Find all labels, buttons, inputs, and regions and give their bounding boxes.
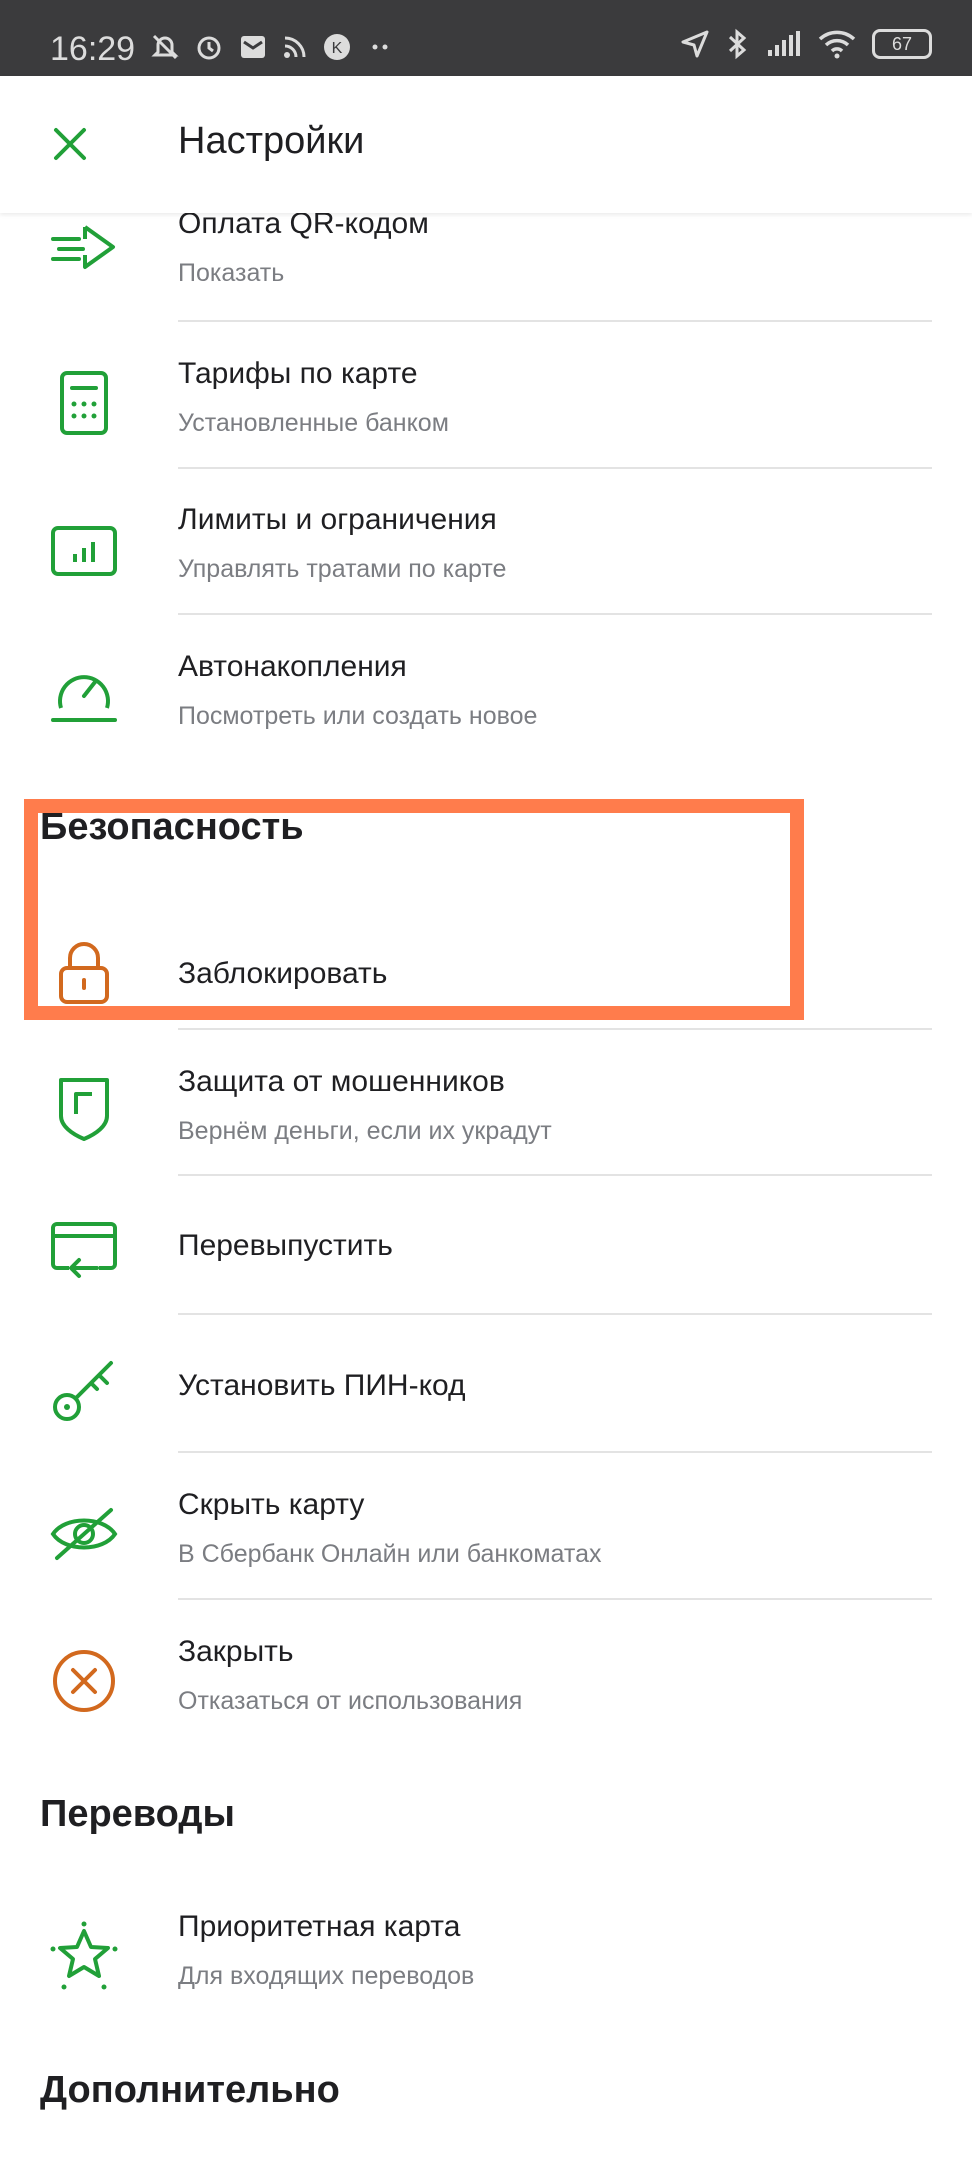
status-bar: 16:29 K 67	[0, 0, 972, 76]
signal-icon	[768, 31, 800, 56]
status-left-icons: K	[150, 32, 396, 62]
more-notifications-icon	[372, 44, 388, 50]
wifi-icon	[818, 30, 856, 59]
list-item-autosave[interactable]: Автонакопления Посмотреть или создать но…	[0, 650, 972, 790]
list-item-close-card[interactable]: Закрыть Отказаться от использования	[0, 1635, 972, 1775]
divider	[178, 1313, 932, 1315]
limits-title: Лимиты и ограничения	[178, 503, 497, 536]
location-icon	[681, 30, 709, 58]
section-title-transfers: Переводы	[40, 1793, 235, 1835]
limits-subtitle: Управлять тратами по карте	[178, 555, 507, 583]
status-time: 16:29	[50, 30, 136, 68]
divider	[178, 613, 932, 615]
section-title-extra: Дополнительно	[40, 2069, 340, 2111]
bluetooth-icon	[728, 28, 747, 60]
close-icon	[54, 128, 86, 160]
pin-title: Установить ПИН-код	[178, 1369, 466, 1402]
status-right-icons: 67	[680, 28, 932, 60]
close-circle-icon	[44, 1641, 124, 1721]
svg-text:K: K	[332, 40, 343, 57]
page-title: Настройки	[178, 120, 365, 162]
tariffs-subtitle: Установленные банком	[178, 409, 449, 437]
list-item-fraud-protection[interactable]: Защита от мошенников Вернём деньги, если…	[0, 1065, 972, 1205]
priority-subtitle: Для входящих переводов	[178, 1962, 475, 1990]
list-item-reissue[interactable]: Перевыпустить	[0, 1198, 972, 1308]
list-item-limits[interactable]: Лимиты и ограничения Управлять тратами п…	[0, 503, 972, 643]
list-item-pin[interactable]: Установить ПИН-код	[0, 1338, 972, 1448]
battery-level: 67	[891, 33, 913, 54]
highlight-frame	[24, 799, 804, 1020]
tariffs-title: Тарифы по карте	[178, 357, 418, 390]
key-icon	[44, 1350, 124, 1430]
list-item-tariffs[interactable]: Тарифы по карте Установленные банком	[0, 357, 972, 497]
divider	[178, 1174, 932, 1176]
autosave-title: Автонакопления	[178, 650, 407, 683]
divider	[178, 1028, 932, 1030]
fraud-subtitle: Вернём деньги, если их украдут	[178, 1117, 552, 1145]
star-icon	[44, 1916, 124, 1996]
shield-icon	[44, 1069, 124, 1149]
hide-card-title: Скрыть карту	[178, 1488, 365, 1521]
divider	[178, 320, 932, 322]
header-bar: Настройки	[0, 76, 972, 213]
eye-off-icon	[44, 1494, 124, 1574]
list-item-qr-pay[interactable]: Оплата QR-кодом Показать	[0, 207, 972, 347]
reissue-card-icon	[44, 1210, 124, 1290]
autosave-subtitle: Посмотреть или создать новое	[178, 702, 538, 730]
battery-indicator: 67	[872, 29, 932, 59]
limits-chart-icon	[44, 511, 124, 591]
divider	[178, 1598, 932, 1600]
divider	[178, 1451, 932, 1453]
fraud-title: Защита от мошенников	[178, 1065, 505, 1098]
close-card-title: Закрыть	[178, 1635, 294, 1668]
close-card-subtitle: Отказаться от использования	[178, 1687, 523, 1715]
reissue-title: Перевыпустить	[178, 1229, 393, 1262]
tariffs-document-icon	[44, 363, 124, 443]
muted-bell-icon	[151, 34, 179, 60]
mail-icon	[241, 36, 265, 58]
qr-pay-arrow-icon	[44, 207, 124, 287]
autosave-gauge-icon	[44, 656, 124, 736]
close-button[interactable]	[44, 118, 96, 170]
divider	[178, 467, 932, 469]
qr-pay-subtitle: Показать	[178, 259, 285, 287]
list-item-hide-card[interactable]: Скрыть карту В Сбербанк Онлайн или банко…	[0, 1488, 972, 1628]
k-app-icon: K	[324, 34, 350, 60]
cast-icon	[284, 36, 306, 58]
list-item-priority-card[interactable]: Приоритетная карта Для входящих переводо…	[0, 1910, 972, 2050]
priority-title: Приоритетная карта	[178, 1910, 461, 1943]
alarm-icon	[197, 36, 221, 60]
hide-card-subtitle: В Сбербанк Онлайн или банкоматах	[178, 1540, 602, 1568]
